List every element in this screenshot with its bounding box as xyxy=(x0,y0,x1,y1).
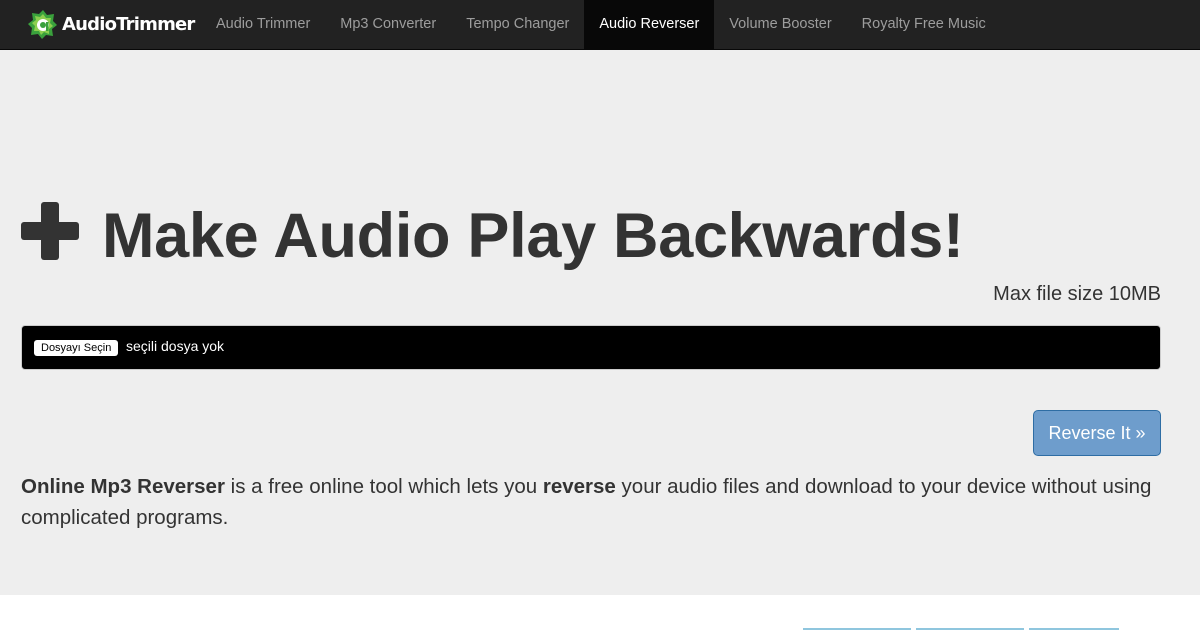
nav-item-audio-reverser[interactable]: Audio Reverser xyxy=(584,0,715,49)
plus-icon xyxy=(21,202,79,260)
reverse-it-button[interactable]: Reverse It » xyxy=(1033,410,1161,456)
page-title: Make Audio Play Backwards! xyxy=(102,201,964,271)
description-keyword: reverse xyxy=(542,475,616,498)
choose-file-button[interactable]: Dosyayı Seçin xyxy=(34,340,119,356)
nav-item-tempo-changer[interactable]: Tempo Changer xyxy=(451,0,584,49)
nav-item-volume-booster[interactable]: Volume Booster xyxy=(714,0,846,49)
nav-item-audio-trimmer[interactable]: Audio Trimmer xyxy=(201,0,325,49)
max-file-size-note: Max file size 10MB xyxy=(993,283,1161,305)
description-text-1: is a free online tool which lets you xyxy=(224,475,543,498)
main-nav: Audio Trimmer Mp3 Converter Tempo Change… xyxy=(201,0,1001,49)
nav-item-mp3-converter[interactable]: Mp3 Converter xyxy=(325,0,451,49)
page-heading: Make Audio Play Backwards! xyxy=(21,200,964,272)
audiotrimmer-logo-icon xyxy=(28,9,58,39)
tool-description: Online Mp3 Reverser is a free online too… xyxy=(21,471,1161,533)
file-status-text: seçili dosya yok xyxy=(126,338,225,354)
nav-item-royalty-free-music[interactable]: Royalty Free Music xyxy=(847,0,1001,49)
advertisement-banner[interactable] xyxy=(803,626,1137,630)
brand-link[interactable]: AudioTrimmer xyxy=(28,8,195,40)
audio-file-input[interactable]: Dosyayı Seçin seçili dosya yok xyxy=(21,325,1161,370)
description-tool-name: Online Mp3 Reverser xyxy=(21,475,225,498)
top-navbar: AudioTrimmer Audio Trimmer Mp3 Converter… xyxy=(0,0,1200,50)
brand-name: AudioTrimmer xyxy=(62,13,195,35)
